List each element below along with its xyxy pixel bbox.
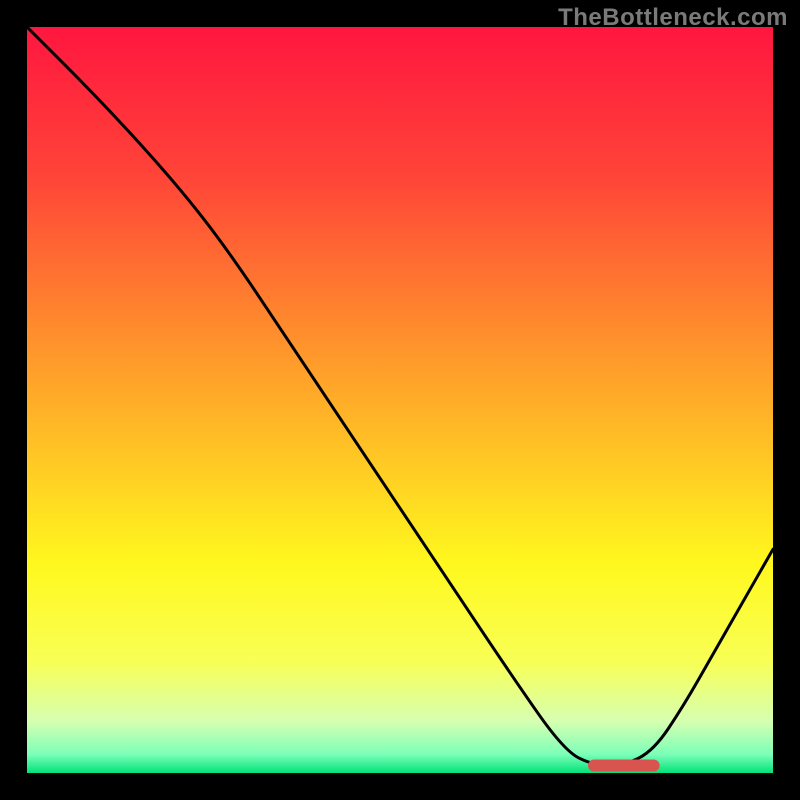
- plot-svg: [27, 27, 773, 773]
- plot-area: [27, 27, 773, 773]
- gradient-background: [27, 27, 773, 773]
- chart-frame: TheBottleneck.com: [0, 0, 800, 800]
